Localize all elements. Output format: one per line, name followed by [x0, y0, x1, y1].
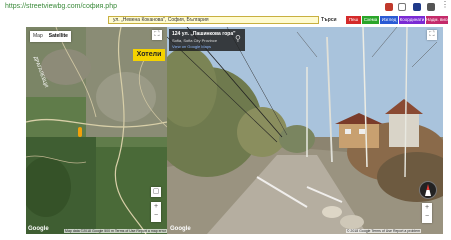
address-bar[interactable]: https://streetviewbg.com/софия.php ⋮ [0, 0, 451, 16]
map-fullscreen-icon[interactable]: ⛶ [152, 30, 162, 40]
street-view-panorama[interactable]: 124 ул. „Пашинкова гора" Sofia, Sofia Ci… [167, 27, 443, 234]
satellite-map[interactable]: ДРАГАЛЕВЦИ Map Satellite ⛶ Хотели ▢ + − … [26, 27, 167, 234]
street-view-zoom-control[interactable]: + − [422, 203, 432, 223]
street-view-zoom-out-button[interactable]: − [422, 212, 432, 221]
location-info-card: 124 ул. „Пашинкова гора" Sofia, Sofia Ci… [169, 29, 245, 51]
map-footer: Map data ©2018 Google 500 m Terms of Use… [64, 229, 167, 233]
map-button-elevation[interactable]: Надм. височина [426, 16, 448, 24]
map-google-logo: Google [28, 226, 49, 232]
star-icon[interactable] [398, 3, 406, 11]
address-search-input[interactable]: ул. „Невена Коканова", София, България [108, 16, 319, 24]
url-text[interactable]: https://streetviewbg.com/софия.php [5, 3, 117, 10]
compass-icon[interactable] [419, 181, 437, 199]
map-type-control[interactable]: Map Satellite [30, 31, 71, 42]
map-zoom-in-button[interactable]: + [151, 202, 161, 211]
map-zoom-out-button[interactable]: − [151, 211, 161, 220]
map-type-map[interactable]: Map [30, 31, 46, 42]
street-view-fullscreen-icon[interactable]: ⛶ [427, 30, 437, 40]
map-location-icon[interactable]: ▢ [151, 187, 161, 197]
street-view-imagery [167, 27, 443, 234]
map-button-walk[interactable]: Пеш [346, 16, 361, 24]
map-button-coordinates[interactable]: Координати [399, 16, 425, 24]
pegman-marker-icon[interactable] [78, 127, 82, 137]
map-pin-icon: ⚲ [235, 34, 241, 43]
map-button-view[interactable]: Изглед [380, 16, 398, 24]
street-view-google-logo: Google [170, 226, 191, 232]
view-on-google-maps-link[interactable]: View on Google Maps [172, 44, 211, 49]
location-subtitle: Sofia, Sofia City Province [172, 38, 218, 43]
map-button-scheme[interactable]: Схема [362, 16, 379, 24]
street-view-footer: © 2018 Google Terms of Use Report a prob… [345, 229, 421, 233]
search-button[interactable]: Търси [321, 16, 337, 24]
location-title: 124 ул. „Пашинкова гора" [172, 31, 236, 37]
account-icon[interactable] [427, 3, 435, 11]
extension-icon[interactable] [413, 3, 421, 11]
hotels-button[interactable]: Хотели [133, 49, 165, 61]
warning-icon[interactable] [385, 3, 393, 11]
street-view-zoom-in-button[interactable]: + [422, 203, 432, 212]
map-type-satellite[interactable]: Satellite [46, 31, 71, 42]
map-zoom-control[interactable]: + − [151, 202, 161, 222]
browser-menu-icon[interactable]: ⋮ [441, 1, 449, 9]
